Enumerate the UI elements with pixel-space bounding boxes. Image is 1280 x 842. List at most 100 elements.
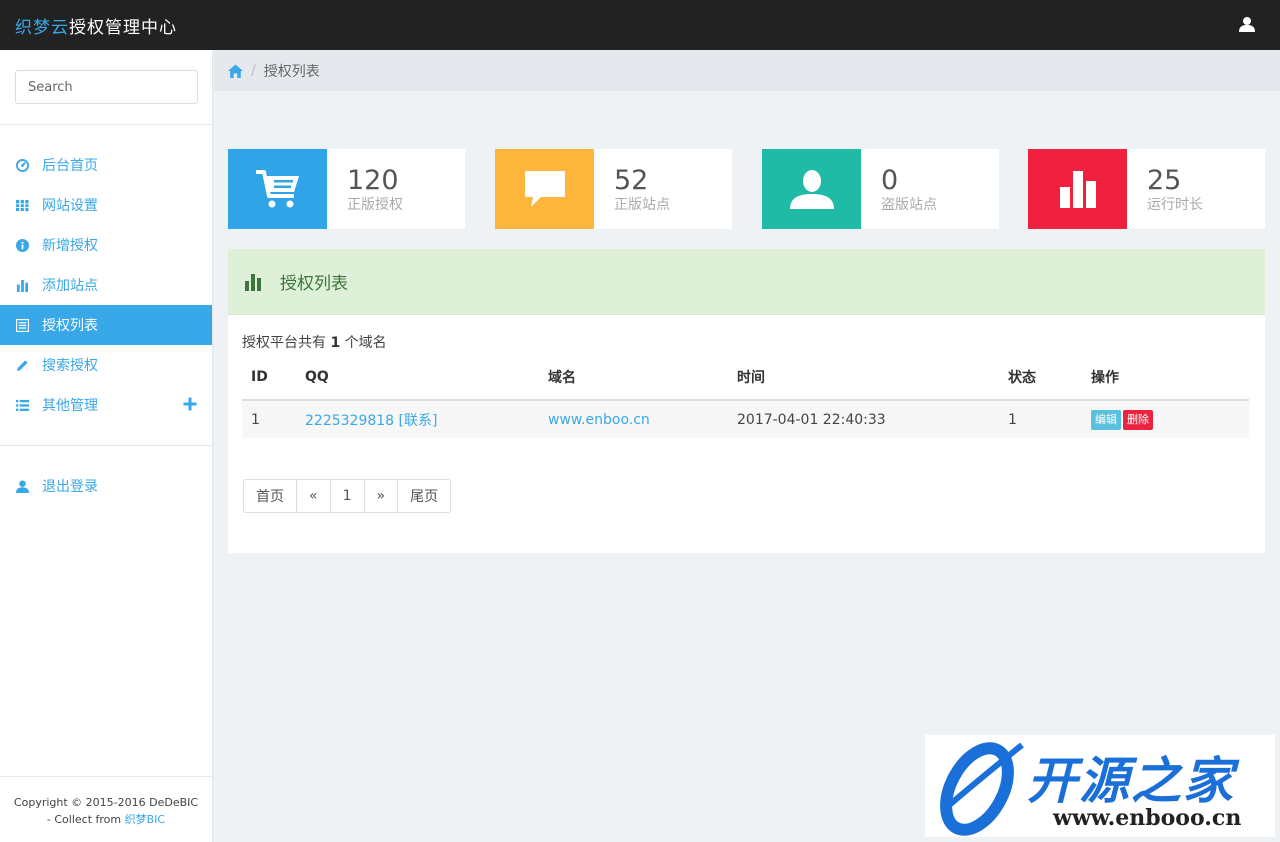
sidebar-search <box>0 50 212 125</box>
user-icon <box>15 479 29 493</box>
plus-icon[interactable] <box>183 397 197 411</box>
stat-icon-box <box>228 149 327 229</box>
sidebar-item-label: 后台首页 <box>42 158 98 174</box>
breadcrumb-current: 授权列表 <box>263 63 320 80</box>
watermark-url: www.enbooo.cn <box>1053 805 1242 831</box>
sidebar-item-add-site[interactable]: 添加站点 <box>0 265 212 305</box>
stat-label: 盗版站点 <box>881 197 937 213</box>
collect-prefix: - Collect from <box>46 813 125 826</box>
license-list-panel: 授权列表 授权平台共有 1 个域名 ID QQ 域名 时间 状态 操作 1 22… <box>228 249 1265 553</box>
panel-header: 授权列表 <box>228 249 1265 315</box>
sidebar: 后台首页 网站设置 新增授权 添加站点 授权列表 <box>0 50 213 842</box>
sidebar-item-other-management[interactable]: 其他管理 <box>0 385 212 425</box>
collect-from-line: - Collect from 织梦BIC <box>0 811 212 828</box>
stat-value: 25 <box>1147 165 1182 196</box>
stat-label: 正版站点 <box>614 197 670 213</box>
summary-suffix: 个域名 <box>344 335 387 351</box>
pager-prev[interactable]: « <box>296 480 330 512</box>
sidebar-item-label: 授权列表 <box>42 318 98 334</box>
column-header-qq: QQ <box>296 354 539 401</box>
stat-card-pirated-sites: 0 盗版站点 <box>762 149 999 229</box>
stat-value: 52 <box>614 165 649 196</box>
domain-link[interactable]: www.enboo.cn <box>548 412 650 428</box>
edit-button[interactable]: 编辑 <box>1091 409 1121 430</box>
delete-button[interactable]: 删除 <box>1123 409 1153 430</box>
sidebar-item-label: 搜索授权 <box>42 358 98 374</box>
stat-card-genuine-sites: 52 正版站点 <box>495 149 732 229</box>
sidebar-item-license-list[interactable]: 授权列表 <box>0 305 212 345</box>
table-row: 1 2225329818 [联系] www.enboo.cn 2017-04-0… <box>242 400 1249 438</box>
sidebar-item-label: 新增授权 <box>42 238 98 254</box>
stat-label: 正版授权 <box>347 197 403 213</box>
stat-icon-box <box>762 149 861 229</box>
logout-label: 退出登录 <box>42 479 98 495</box>
breadcrumb: / 授权列表 <box>214 50 1280 91</box>
brand-title[interactable]: 织梦云授权管理中心 <box>15 13 177 38</box>
cell-status: 1 <box>999 400 1082 438</box>
home-icon[interactable] <box>228 64 243 78</box>
sidebar-item-label: 其他管理 <box>42 398 98 414</box>
sidebar-nav: 后台首页 网站设置 新增授权 添加站点 授权列表 搜索授权 其他管理 <box>0 125 212 446</box>
stat-icon-box <box>1028 149 1127 229</box>
column-header-time: 时间 <box>728 354 999 401</box>
breadcrumb-separator: / <box>251 62 256 79</box>
stat-value: 0 <box>881 165 899 196</box>
pager-page-1[interactable]: 1 <box>329 480 364 512</box>
user-icon[interactable] <box>1239 16 1255 32</box>
bar-chart-icon <box>1059 171 1096 208</box>
pagination: 首页 « 1 » 尾页 <box>243 479 452 513</box>
swoosh-logo-icon <box>940 742 1024 836</box>
sidebar-item-label: 添加站点 <box>42 278 98 294</box>
summary-count: 1 <box>330 335 341 351</box>
cell-time: 2017-04-01 22:40:33 <box>728 400 999 438</box>
comment-icon <box>524 171 565 207</box>
top-navbar: 织梦云授权管理中心 <box>0 0 1280 50</box>
footer-link[interactable]: 织梦BIC <box>125 813 165 826</box>
stat-icon-box <box>495 149 594 229</box>
column-header-id: ID <box>242 354 296 401</box>
panel-title: 授权列表 <box>280 274 348 294</box>
column-header-status: 状态 <box>999 354 1082 401</box>
brand-prefix: 织梦云 <box>15 17 69 38</box>
search-input[interactable] <box>15 70 198 104</box>
list-icon <box>15 398 29 412</box>
column-header-domain: 域名 <box>539 354 728 401</box>
cell-qq: 2225329818 [联系] <box>296 400 539 438</box>
domain-count-summary: 授权平台共有 1 个域名 <box>242 332 387 352</box>
stat-label: 运行时长 <box>1147 197 1203 213</box>
sidebar-item-add-license[interactable]: 新增授权 <box>0 225 212 265</box>
table-header-row: ID QQ 域名 时间 状态 操作 <box>242 354 1249 401</box>
pager-first[interactable]: 首页 <box>244 480 296 512</box>
logout-button[interactable]: 退出登录 <box>0 466 212 506</box>
sidebar-footer: Copyright © 2015-2016 DeDeBIC - Collect … <box>0 776 212 842</box>
brand-suffix: 授权管理中心 <box>69 17 177 38</box>
info-icon <box>15 238 29 252</box>
summary-prefix: 授权平台共有 <box>242 335 326 351</box>
qq-contact-link[interactable]: 2225329818 [联系] <box>305 413 437 429</box>
sidebar-item-dashboard[interactable]: 后台首页 <box>0 145 212 185</box>
bar-chart-icon <box>15 278 29 292</box>
cell-actions: 编辑 删除 <box>1082 400 1249 438</box>
sidebar-item-search-license[interactable]: 搜索授权 <box>0 345 212 385</box>
dashboard-icon <box>15 158 29 172</box>
watermark-logo: 开源之家 www.enbooo.cn <box>925 735 1275 837</box>
stat-card-genuine-licenses: 120 正版授权 <box>228 149 465 229</box>
sidebar-item-label: 网站设置 <box>42 198 98 214</box>
cell-id: 1 <box>242 400 296 438</box>
list-alt-icon <box>15 318 29 332</box>
stat-value: 120 <box>347 165 399 196</box>
copyright-text: Copyright © 2015-2016 DeDeBIC <box>13 796 199 809</box>
cell-domain: www.enboo.cn <box>539 400 728 438</box>
grid-icon <box>15 198 29 212</box>
column-header-actions: 操作 <box>1082 354 1249 401</box>
pager-next[interactable]: » <box>363 480 398 512</box>
pencil-icon <box>15 358 29 372</box>
pager-last[interactable]: 尾页 <box>397 480 450 512</box>
cart-icon <box>255 170 299 208</box>
sidebar-item-site-settings[interactable]: 网站设置 <box>0 185 212 225</box>
stat-card-runtime: 25 运行时长 <box>1028 149 1265 229</box>
license-table: ID QQ 域名 时间 状态 操作 1 2225329818 [联系] www.… <box>242 354 1249 438</box>
watermark-title: 开源之家 <box>1027 752 1235 810</box>
sidebar-logout-section: 退出登录 <box>0 446 212 506</box>
bar-chart-icon <box>245 273 261 291</box>
